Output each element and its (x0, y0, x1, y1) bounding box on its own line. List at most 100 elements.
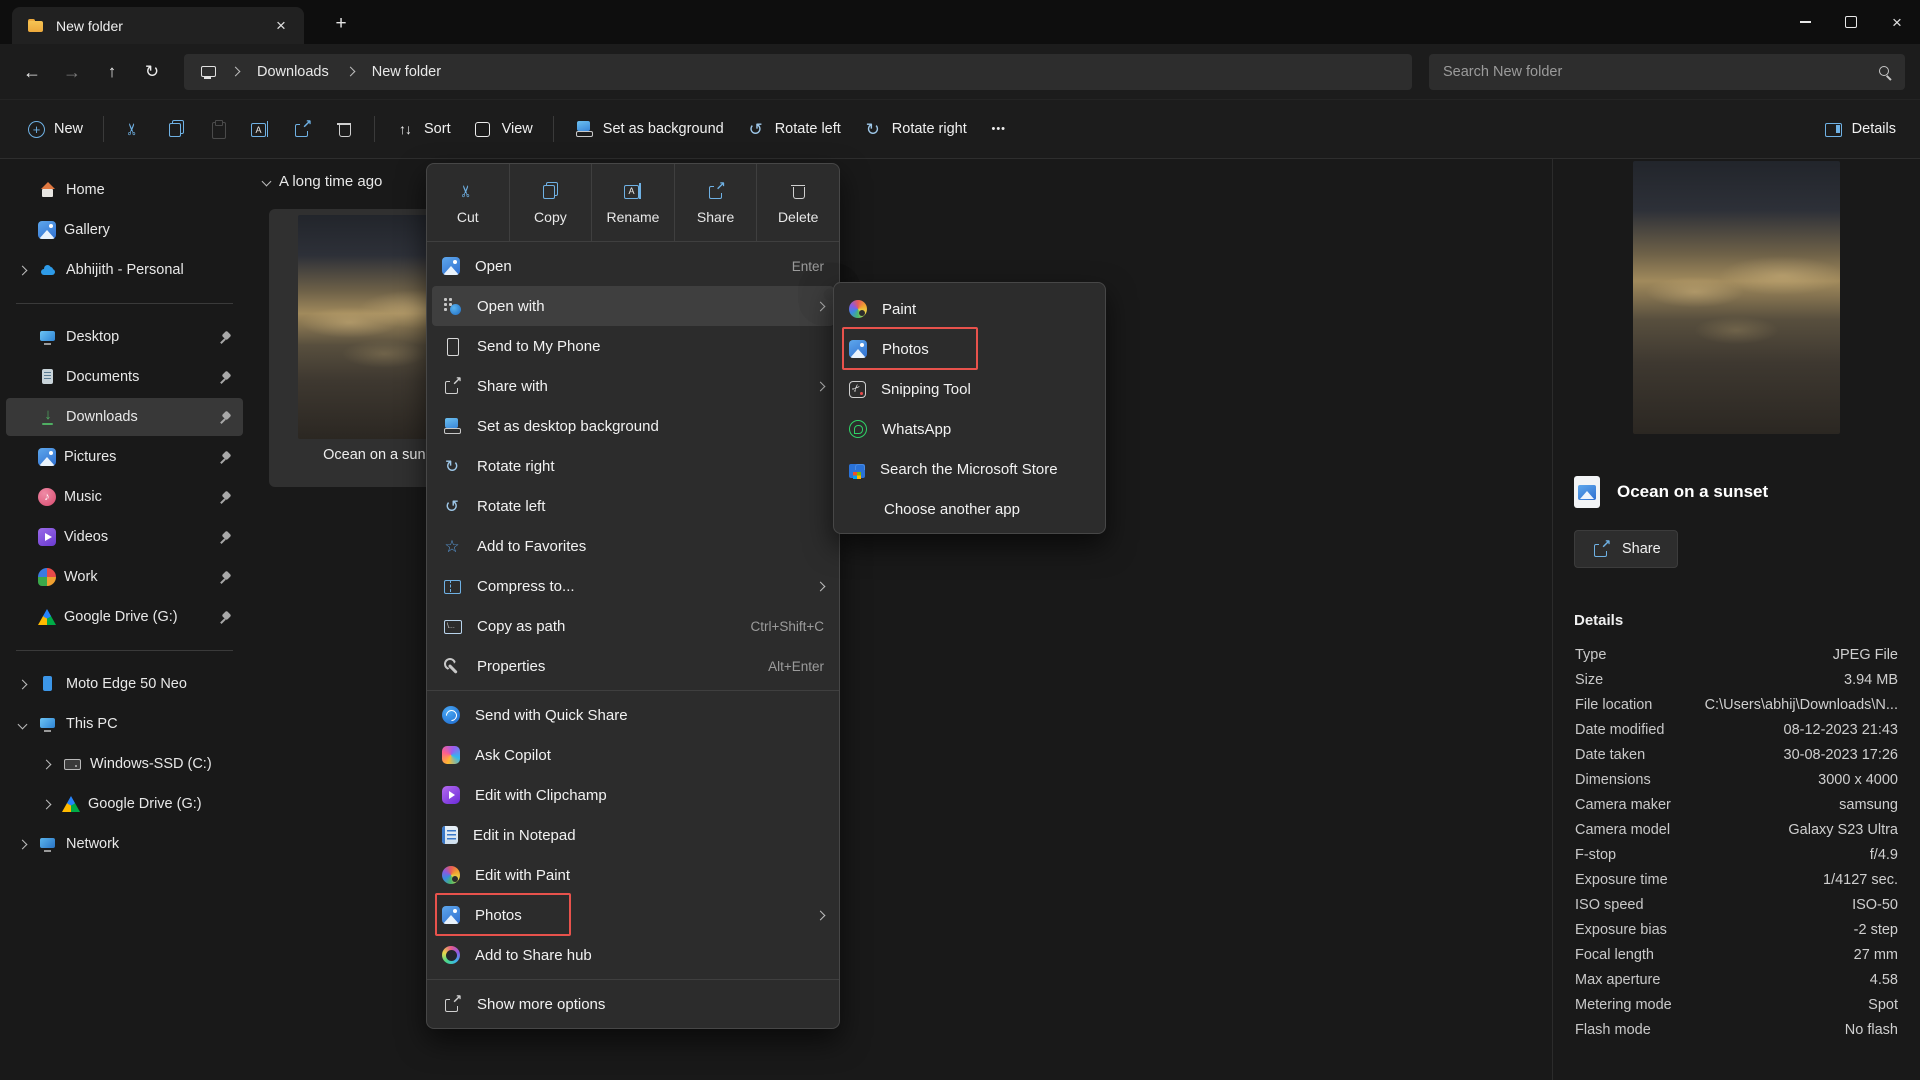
sidebar-item-this-pc[interactable]: This PC (6, 705, 243, 743)
menu-item-share-with[interactable]: Share with (432, 366, 834, 406)
cut-button[interactable] (114, 111, 154, 147)
toolbar-divider (103, 116, 104, 142)
breadcrumb-chevron-icon (345, 67, 355, 77)
expander-right-icon[interactable] (42, 799, 52, 809)
menu-item-edit-in-notepad[interactable]: Edit in Notepad (432, 815, 834, 855)
refresh-button[interactable] (132, 54, 172, 90)
sidebar-item-documents[interactable]: Documents (6, 358, 243, 396)
sidebar-item-desktop[interactable]: Desktop (6, 318, 243, 356)
new-button[interactable]: New (18, 113, 93, 146)
sidebar-item-pictures[interactable]: Pictures (6, 438, 243, 476)
menu-item-choose-another-app[interactable]: Choose another app (839, 489, 1100, 529)
tab-close-icon[interactable] (268, 13, 294, 39)
sidebar-item-videos[interactable]: Videos (6, 518, 243, 556)
menu-item-photos[interactable]: Photos (432, 895, 834, 935)
rotate-left-button[interactable]: Rotate left (736, 111, 851, 147)
this-pc-icon (38, 714, 58, 734)
menu-item-send-to-my-phone[interactable]: Send to My Phone (432, 326, 834, 366)
menu-item-set-as-desktop-background[interactable]: Set as desktop background (432, 406, 834, 446)
menu-item-compress-to[interactable]: Compress to... (432, 566, 834, 606)
delete-button[interactable] (324, 111, 364, 147)
breadcrumb-downloads[interactable]: Downloads (253, 62, 333, 82)
rename-button[interactable] (240, 111, 280, 147)
menu-item-open-with[interactable]: Open with (432, 286, 834, 326)
details-pane-button[interactable]: Details (1813, 111, 1906, 147)
sidebar-item-google-drive-g[interactable]: Google Drive (G:) (6, 598, 243, 636)
menu-item-send-with-quick-share[interactable]: Send with Quick Share (432, 695, 834, 735)
back-button[interactable] (12, 54, 52, 90)
quick-action-share[interactable]: Share (674, 164, 757, 241)
details-row: Exposure time1/4127 sec. (1553, 867, 1920, 892)
menu-item-ask-copilot[interactable]: Ask Copilot (432, 735, 834, 775)
expander-right-icon[interactable] (18, 679, 28, 689)
sidebar-item-windows-ssd-c[interactable]: Windows-SSD (C:) (30, 745, 243, 783)
menu-item-add-to-favorites[interactable]: Add to Favorites (432, 526, 834, 566)
menu-item-snipping-tool[interactable]: Snipping Tool (839, 369, 1100, 409)
menu-item-paint[interactable]: Paint (839, 289, 1100, 329)
details-label: Max aperture (1575, 972, 1660, 988)
menu-item-right: Alt+Enter (768, 659, 824, 674)
up-button[interactable] (92, 54, 132, 90)
details-value: Galaxy S23 Ultra (1788, 822, 1898, 838)
menu-item-rotate-right[interactable]: Rotate right (432, 446, 834, 486)
details-file-name: Ocean on a sunset (1617, 482, 1768, 502)
quick-action-rename[interactable]: Rename (591, 164, 674, 241)
quick-action-cut[interactable]: Cut (427, 164, 509, 241)
menu-item-photos[interactable]: Photos (839, 329, 1100, 369)
menu-item-edit-with-paint[interactable]: Edit with Paint (432, 855, 834, 895)
menu-item-edit-with-clipchamp[interactable]: Edit with Clipchamp (432, 775, 834, 815)
view-button[interactable]: View (463, 111, 543, 147)
breadcrumb-new-folder[interactable]: New folder (368, 62, 445, 82)
sidebar-item-moto-edge-50-neo[interactable]: Moto Edge 50 Neo (6, 665, 243, 703)
menu-item-copy-as-path[interactable]: Copy as pathCtrl+Shift+C (432, 606, 834, 646)
menu-item-rotate-left[interactable]: Rotate left (432, 486, 834, 526)
close-button[interactable] (1874, 0, 1920, 44)
menu-item-whatsapp[interactable]: WhatsApp (839, 409, 1100, 449)
quick-actions: CutCopyRenameShareDelete (427, 164, 839, 242)
sidebar-item-abhijith-personal[interactable]: Abhijith - Personal (6, 251, 243, 289)
menu-item-add-to-share-hub[interactable]: Add to Share hub (432, 935, 834, 975)
search-box[interactable] (1429, 54, 1905, 90)
paste-button[interactable] (198, 111, 238, 147)
expander-right-icon[interactable] (18, 839, 28, 849)
menu-item-search-the-microsoft-store[interactable]: Search the Microsoft Store (839, 449, 1100, 489)
paint-icon (442, 866, 460, 884)
details-share-button[interactable]: Share (1574, 530, 1678, 568)
new-button-label: New (54, 121, 83, 137)
maximize-button[interactable] (1828, 0, 1874, 44)
menu-item-show-more-options[interactable]: Show more options (432, 984, 834, 1024)
sidebar-item-work[interactable]: Work (6, 558, 243, 596)
more-options-button[interactable] (979, 111, 1019, 147)
expander-right-icon[interactable] (42, 759, 52, 769)
sort-icon (395, 119, 415, 139)
new-tab-button[interactable] (326, 10, 356, 36)
copy-button[interactable] (156, 111, 196, 147)
expander-right-icon[interactable] (18, 265, 28, 275)
sidebar-item-google-drive-g[interactable]: Google Drive (G:) (30, 785, 243, 823)
window-tab[interactable]: New folder (12, 7, 304, 44)
sidebar-item-downloads[interactable]: Downloads (6, 398, 243, 436)
menu-item-properties[interactable]: PropertiesAlt+Enter (432, 646, 834, 686)
group-header[interactable]: A long time ago (263, 173, 382, 190)
share-button[interactable] (282, 111, 322, 147)
expander-down-icon[interactable] (18, 719, 28, 729)
sidebar-item-network[interactable]: Network (6, 825, 243, 863)
search-input[interactable] (1443, 64, 1875, 80)
store-icon (849, 464, 865, 478)
forward-button[interactable] (52, 54, 92, 90)
rotate-right-button[interactable]: Rotate right (853, 111, 977, 147)
set-as-background-button[interactable]: Set as background (564, 111, 734, 147)
copy-icon (166, 119, 186, 139)
details-value: C:\Users\abhij\Downloads\N... (1705, 697, 1898, 713)
quick-action-copy[interactable]: Copy (509, 164, 592, 241)
sort-button[interactable]: Sort (385, 111, 461, 147)
minimize-button[interactable] (1782, 0, 1828, 44)
sidebar-item-home[interactable]: Home (6, 171, 243, 209)
sidebar-item-gallery[interactable]: Gallery (6, 211, 243, 249)
address-bar[interactable]: Downloads New folder (184, 54, 1412, 90)
menu-item-open[interactable]: OpenEnter (432, 246, 834, 286)
quick-action-delete[interactable]: Delete (756, 164, 839, 241)
refresh-icon (142, 62, 162, 82)
sidebar-item-music[interactable]: Music (6, 478, 243, 516)
details-file-header: Ocean on a sunset (1574, 476, 1920, 508)
